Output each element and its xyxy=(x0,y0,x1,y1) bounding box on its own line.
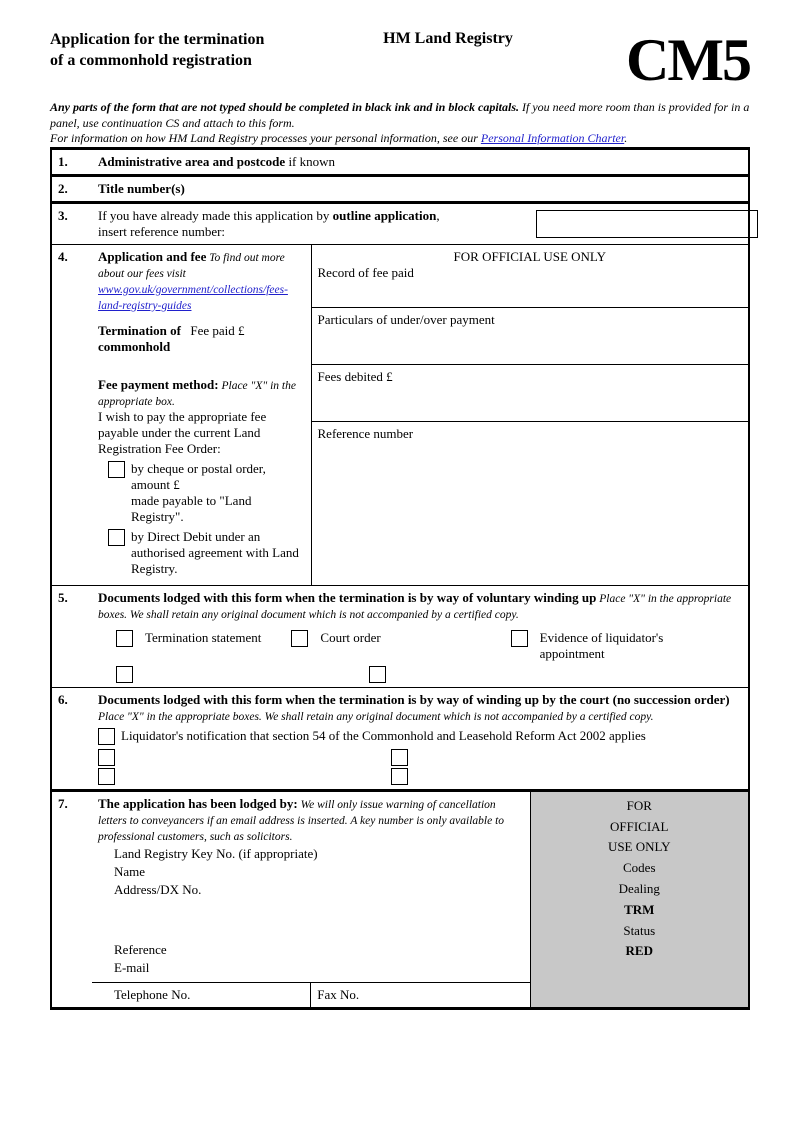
fees-debited-label: Fees debited £ xyxy=(318,369,393,384)
fee-method-label: Fee payment method: xyxy=(98,377,219,392)
lodger-name-label[interactable]: Name xyxy=(114,864,524,880)
termination-statement-checkbox[interactable] xyxy=(116,630,133,647)
lodger-address-label[interactable]: Address/DX No. xyxy=(114,882,524,898)
official-trm: TRM xyxy=(537,900,743,921)
registry-name: HM Land Registry xyxy=(270,30,626,48)
panel-3-refbox-cell xyxy=(530,202,749,244)
lodger-reference-label[interactable]: Reference xyxy=(114,942,524,958)
intro-instructions: Any parts of the form that are not typed… xyxy=(50,100,750,147)
fax-label: Fax No. xyxy=(317,987,359,1002)
record-fee-label: Record of fee paid xyxy=(318,265,743,281)
liquidator-evidence-checkbox[interactable] xyxy=(511,630,528,647)
official-fees-debited: Fees debited £ xyxy=(311,364,749,421)
fee-paid-label[interactable]: Fee paid £ xyxy=(190,323,244,355)
telephone-label: Telephone No. xyxy=(114,987,190,1002)
liquidator-notification-label: Liquidator's notification that section 5… xyxy=(121,728,742,744)
panel-7-content: The application has been lodged by: We w… xyxy=(92,790,530,1008)
official-record-fee: FOR OFFICIAL USE ONLY Record of fee paid xyxy=(311,244,749,307)
panel-3-text-a: If you have already made this applicatio… xyxy=(98,208,333,223)
telephone-cell[interactable]: Telephone No. xyxy=(92,982,311,1007)
intro-bold: Any parts of the form that are not typed… xyxy=(50,100,519,114)
form-code: CM5 xyxy=(626,30,750,90)
privacy-suffix: . xyxy=(624,131,627,145)
direct-debit-text: by Direct Debit under an authorised agre… xyxy=(131,529,305,577)
official-box-title1: FOR xyxy=(537,796,743,817)
panel-6-extra-checkbox-4[interactable] xyxy=(391,768,408,785)
panel-7-num: 7. xyxy=(51,790,92,1008)
panel-3-content: If you have already made this applicatio… xyxy=(92,202,530,244)
termination-label: Termination of commonhold xyxy=(98,323,190,355)
panel-6-extra-checkbox-1[interactable] xyxy=(98,749,115,766)
panel-1-label: Administrative area and postcode xyxy=(98,154,285,169)
panel-4-content: Application and fee To find out more abo… xyxy=(92,244,311,585)
panel-6-extra-checkbox-3[interactable] xyxy=(391,749,408,766)
form-title: Application for the termination of a com… xyxy=(50,30,270,72)
panel-4-num: 4. xyxy=(51,244,92,585)
panel-7-title: The application has been lodged by: xyxy=(98,796,298,811)
panel-2-content[interactable]: Title number(s) xyxy=(92,175,749,202)
key-number-label[interactable]: Land Registry Key No. (if appropriate) xyxy=(114,846,524,862)
official-codes: Codes xyxy=(537,858,743,879)
official-red: RED xyxy=(537,941,743,962)
panel-1-label-rest: if known xyxy=(285,154,335,169)
official-reference: Reference number xyxy=(311,421,749,585)
panel-5-num: 5. xyxy=(51,585,92,687)
panel-5-title: Documents lodged with this form when the… xyxy=(98,590,596,605)
panel-3-text-b: outline application xyxy=(333,208,437,223)
panel-3-text-c: , xyxy=(436,208,439,223)
official-particulars: Particulars of under/over payment xyxy=(311,307,749,364)
panel-6-num: 6. xyxy=(51,687,92,790)
fees-link[interactable]: www.gov.uk/government/collections/fees-l… xyxy=(98,284,288,312)
fax-cell[interactable]: Fax No. xyxy=(311,982,530,1007)
panel-3-line2: insert reference number: xyxy=(98,224,225,239)
cheque-option-text: by cheque or postal order, amount £made … xyxy=(131,461,305,525)
court-order-label: Court order xyxy=(320,630,380,646)
official-box-title3: USE ONLY xyxy=(537,837,743,858)
panel-6-title: Documents lodged with this form when the… xyxy=(98,692,730,707)
cheque-checkbox[interactable] xyxy=(108,461,125,478)
form-header: Application for the termination of a com… xyxy=(50,30,750,90)
liquidator-notification-checkbox[interactable] xyxy=(98,728,115,745)
phone-fax-row: Telephone No. Fax No. xyxy=(92,982,530,1007)
panel-1-num: 1. xyxy=(51,148,92,175)
panel-6-content: Documents lodged with this form when the… xyxy=(92,687,749,790)
panel-6-note: Place "X" in the appropriate boxes. We s… xyxy=(98,711,654,723)
form-body: 1. Administrative area and postcode if k… xyxy=(50,147,750,1010)
panel-3-num: 3. xyxy=(51,202,92,244)
official-use-title: FOR OFFICIAL USE ONLY xyxy=(318,249,743,265)
panel-5-extra-checkbox-2[interactable] xyxy=(369,666,386,683)
panel-5-extra-checkbox-1[interactable] xyxy=(116,666,133,683)
panel-2-label: Title number(s) xyxy=(98,181,185,196)
particulars-label: Particulars of under/over payment xyxy=(318,312,495,327)
panel-6-extra-checkbox-2[interactable] xyxy=(98,768,115,785)
official-dealing: Dealing xyxy=(537,879,743,900)
panel-7-official-sidebar: FOR OFFICIAL USE ONLY Codes Dealing TRM … xyxy=(530,790,749,1008)
court-order-checkbox[interactable] xyxy=(291,630,308,647)
panel-1-content[interactable]: Administrative area and postcode if know… xyxy=(92,148,749,175)
liquidator-evidence-label: Evidence of liquidator's appointment xyxy=(540,630,731,662)
official-box-title2: OFFICIAL xyxy=(537,817,743,838)
panel-5-content: Documents lodged with this form when the… xyxy=(92,585,749,687)
termination-statement-label: Termination statement xyxy=(145,630,261,646)
fee-method-intro: I wish to pay the appropriate fee payabl… xyxy=(98,409,305,457)
reference-number-label: Reference number xyxy=(318,426,414,441)
official-status: Status xyxy=(537,921,743,942)
outline-reference-input[interactable] xyxy=(536,210,758,238)
app-fee-label: Application and fee xyxy=(98,249,206,264)
direct-debit-checkbox[interactable] xyxy=(108,529,125,546)
lodger-email-label[interactable]: E-mail xyxy=(114,960,524,976)
panel-2-num: 2. xyxy=(51,175,92,202)
privacy-link[interactable]: Personal Information Charter xyxy=(481,131,624,145)
privacy-prefix: For information on how HM Land Registry … xyxy=(50,131,481,145)
